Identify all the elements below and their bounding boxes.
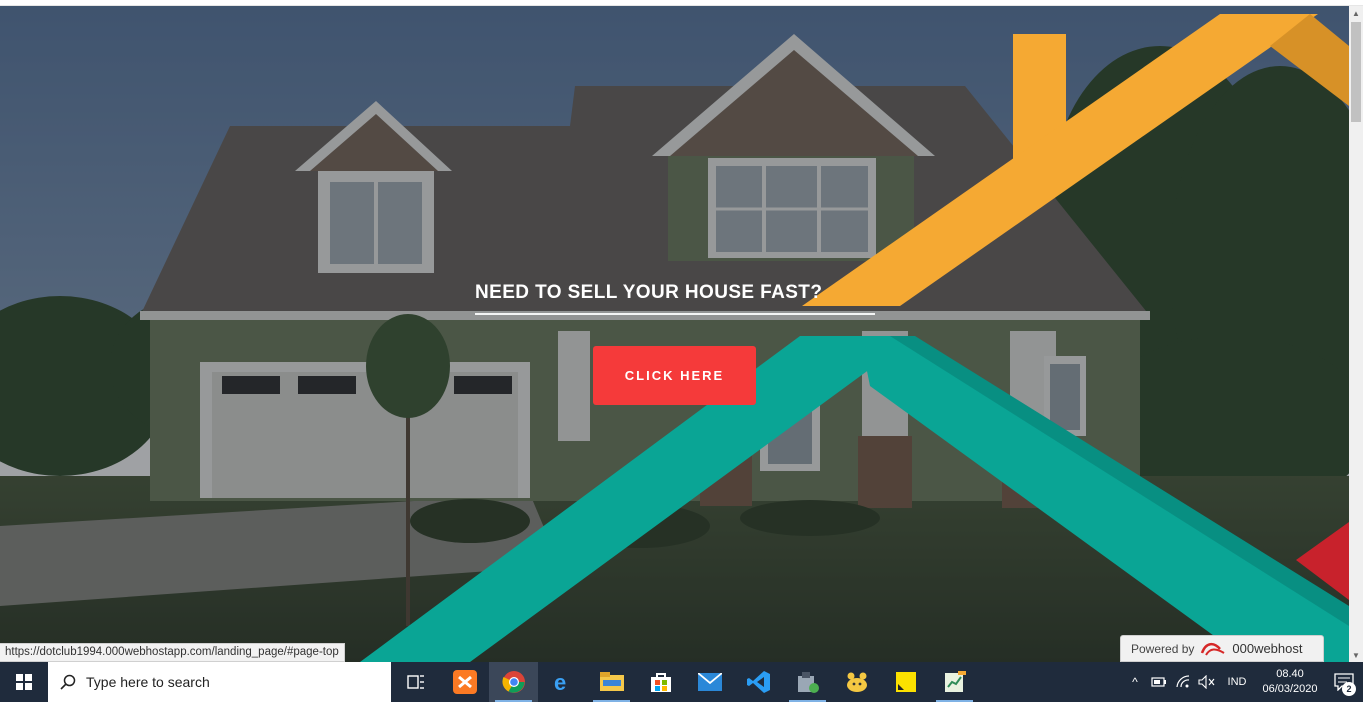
taskbar-app-sticky-notes[interactable]: [881, 662, 930, 702]
folder-icon: [599, 672, 624, 691]
taskbar-app-yellow[interactable]: [832, 662, 881, 702]
hero-headline: NEED TO SELL YOUR HOUSE FAST?: [475, 282, 823, 303]
vertical-scrollbar[interactable]: ▲ ▼: [1349, 6, 1363, 662]
search-icon: [60, 674, 76, 690]
taskbar-app-chrome[interactable]: [489, 662, 538, 702]
xampp-icon: [452, 670, 477, 694]
headline-underline: [475, 313, 875, 315]
system-tray: ^ IND 08.40 06/03/2020 2: [1123, 662, 1363, 702]
hero-background: [0, 6, 1349, 662]
scroll-up-arrow-icon[interactable]: ▲: [1349, 6, 1363, 20]
taskbar-app-store[interactable]: [636, 662, 685, 702]
screen: NEED TO SELL YOUR HOUSE FAST? CLICK HERE…: [0, 0, 1363, 702]
status-bar-url: https://dotclub1994.000webhostapp.com/la…: [0, 643, 345, 662]
edge-icon: e: [554, 670, 566, 694]
store-bag-icon: [650, 673, 671, 692]
click-here-button[interactable]: CLICK HERE: [593, 346, 756, 405]
task-view-button[interactable]: [391, 662, 440, 702]
briefcase-app-icon: [797, 672, 819, 693]
show-hidden-icons-chevron-up-icon[interactable]: ^: [1123, 675, 1147, 689]
notification-count-badge: 2: [1342, 682, 1356, 696]
sticky-note-icon: [895, 672, 916, 692]
taskbar-app-notepad-chart[interactable]: [930, 662, 979, 702]
taskbar-app-launcher[interactable]: [783, 662, 832, 702]
taskbar-app-mail[interactable]: [685, 662, 734, 702]
paw-app-icon: [846, 672, 867, 692]
speaker-muted-icon[interactable]: [1195, 675, 1219, 689]
search-placeholder: Type here to search: [86, 674, 210, 690]
svg-text:e: e: [554, 670, 566, 694]
scroll-thumb[interactable]: [1351, 22, 1361, 122]
clock-date: 06/03/2020: [1262, 683, 1318, 695]
wifi-icon[interactable]: [1171, 675, 1195, 689]
action-center-button[interactable]: 2: [1325, 662, 1363, 702]
browser-viewport: NEED TO SELL YOUR HOUSE FAST? CLICK HERE…: [0, 0, 1363, 662]
start-button[interactable]: [0, 662, 48, 702]
chrome-icon: [501, 671, 525, 693]
taskbar-clock[interactable]: 08.40 06/03/2020: [1255, 667, 1325, 697]
clock-time: 08.40: [1276, 668, 1304, 680]
taskbar-app-vscode[interactable]: [734, 662, 783, 702]
battery-icon[interactable]: [1147, 676, 1171, 688]
taskbar-app-edge[interactable]: e: [538, 662, 587, 702]
input-language[interactable]: IND: [1219, 676, 1255, 688]
vscode-icon: [746, 671, 770, 693]
powered-by-brand: 000webhost: [1232, 641, 1303, 656]
task-view-icon: [406, 675, 424, 689]
powered-by-label: Powered by: [1131, 641, 1195, 656]
taskbar-app-xampp[interactable]: [440, 662, 489, 702]
000webhost-logo-icon: [1201, 642, 1225, 656]
taskbar-app-file-explorer[interactable]: [587, 662, 636, 702]
hero-section: NEED TO SELL YOUR HOUSE FAST? CLICK HERE…: [0, 6, 1349, 662]
notepad-chart-icon: [944, 671, 966, 692]
taskbar: Type here to search e ^ IND 08.40 06/03/…: [0, 662, 1363, 702]
scroll-down-arrow-icon[interactable]: ▼: [1349, 648, 1363, 662]
mail-icon: [697, 673, 722, 691]
taskbar-search-box[interactable]: Type here to search: [48, 662, 391, 702]
windows-logo-icon: [16, 674, 32, 690]
powered-by-badge[interactable]: Powered by 000webhost: [1120, 635, 1324, 662]
